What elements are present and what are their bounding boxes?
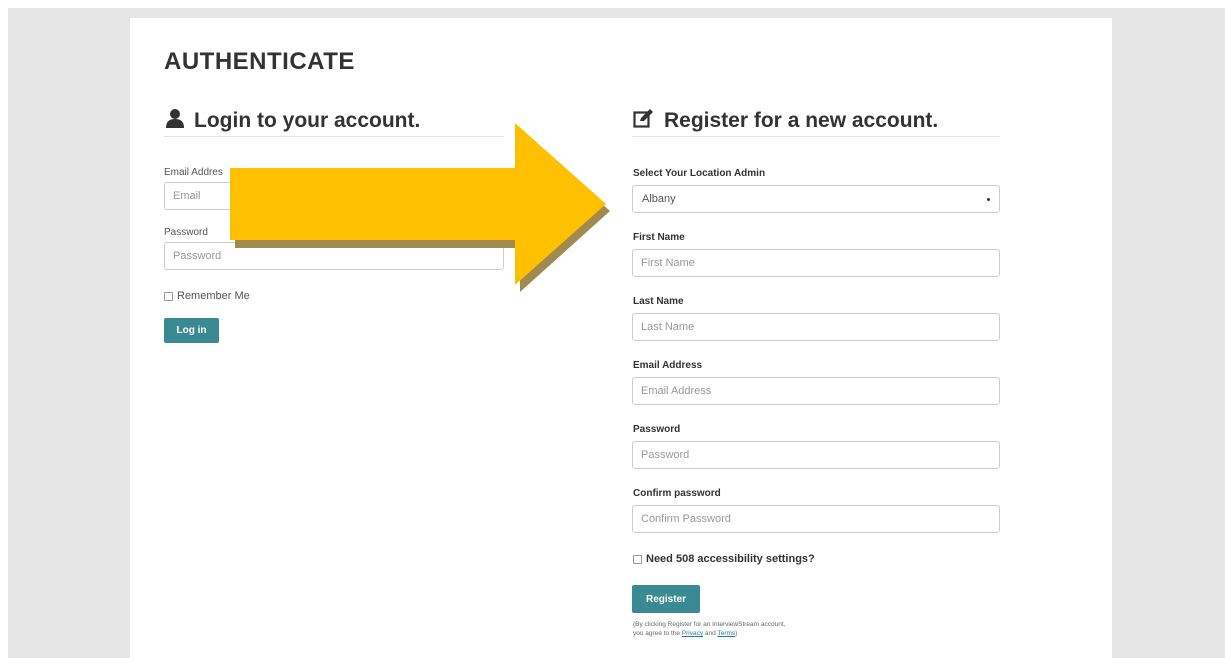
user-icon bbox=[165, 108, 185, 134]
register-heading: Register for a new account. bbox=[633, 108, 938, 134]
right-arrow bbox=[230, 123, 610, 292]
location-select-value: Albany bbox=[642, 193, 676, 205]
login-button[interactable]: Log in bbox=[164, 318, 219, 343]
confirm-password-label: Confirm password bbox=[633, 488, 721, 499]
first-name-label: First Name bbox=[633, 232, 685, 243]
terms-line-1: (By clicking Register for an InterviewSt… bbox=[633, 621, 786, 628]
login-email-label: Email Addres bbox=[164, 167, 223, 178]
terms-and: and bbox=[703, 630, 718, 637]
last-name-input[interactable] bbox=[632, 313, 1000, 341]
register-heading-text: Register for a new account. bbox=[664, 109, 939, 132]
register-password-label: Password bbox=[633, 424, 681, 435]
remember-me-checkbox[interactable] bbox=[164, 291, 173, 301]
edit-icon bbox=[633, 108, 655, 134]
last-name-label: Last Name bbox=[633, 296, 684, 307]
first-name-input[interactable] bbox=[632, 249, 1000, 277]
terms-link[interactable]: Terms bbox=[717, 630, 735, 637]
chevron-down-icon bbox=[987, 197, 990, 201]
register-email-input[interactable] bbox=[632, 377, 1000, 405]
terms-line-2: you agree to the Privacy and Terms) bbox=[633, 629, 785, 638]
terms-notice: (By clicking Register for an InterviewSt… bbox=[633, 620, 785, 638]
register-heading-rule bbox=[632, 136, 1000, 137]
accessibility-row: Need 508 accessibility settings? bbox=[633, 553, 815, 565]
terms-prefix: you agree to the bbox=[633, 630, 682, 637]
location-label: Select Your Location Admin bbox=[633, 168, 766, 179]
confirm-password-input[interactable] bbox=[632, 505, 1000, 533]
privacy-link[interactable]: Privacy bbox=[682, 630, 703, 637]
accessibility-label: Need 508 accessibility settings? bbox=[646, 553, 815, 565]
register-button[interactable]: Register bbox=[632, 585, 700, 613]
login-password-label: Password bbox=[164, 227, 208, 238]
register-email-label: Email Address bbox=[633, 360, 703, 371]
page-title: AUTHENTICATE bbox=[164, 48, 355, 75]
location-select[interactable]: Albany bbox=[632, 185, 1000, 213]
accessibility-checkbox[interactable] bbox=[633, 554, 642, 564]
terms-suffix: ) bbox=[735, 630, 738, 637]
register-password-input[interactable] bbox=[632, 441, 1000, 469]
